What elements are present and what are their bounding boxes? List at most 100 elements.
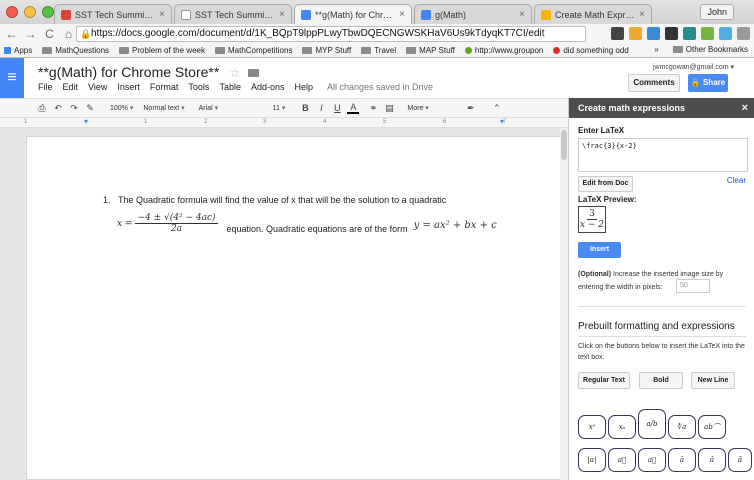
image-width-input[interactable]: 50 <box>676 279 710 293</box>
zoom-select[interactable]: 100% <box>110 104 133 112</box>
browser-tab[interactable]: SST Tech Summit 2015 Fr× <box>54 4 172 24</box>
undo-icon[interactable]: ↶ <box>52 103 64 114</box>
new-line-button[interactable]: New Line <box>691 372 735 389</box>
close-tab-icon[interactable]: × <box>519 9 525 20</box>
edit-from-doc-button[interactable]: Edit from Doc <box>578 176 633 192</box>
menu-help[interactable]: Help <box>294 82 313 92</box>
text-color-icon[interactable]: A <box>347 102 360 114</box>
paint-format-icon[interactable]: ✎ <box>84 103 96 114</box>
reload-icon[interactable]: C <box>42 27 57 41</box>
bookmark-folder[interactable]: Problem of the week <box>119 46 205 55</box>
evernote-icon[interactable] <box>665 27 678 40</box>
underline-icon[interactable]: U <box>331 103 343 113</box>
bold-button[interactable]: Bold <box>639 372 683 389</box>
more-menu[interactable]: More <box>407 104 428 112</box>
bookmark-link[interactable]: did something odd <box>553 46 629 55</box>
menu-insert[interactable]: Insert <box>117 82 140 92</box>
folder-icon[interactable] <box>247 69 259 77</box>
close-tab-icon[interactable]: × <box>639 9 645 20</box>
extension-icon[interactable] <box>701 27 714 40</box>
minimize-window-button[interactable] <box>24 6 36 18</box>
clear-link[interactable]: Clear <box>727 176 746 185</box>
pen-icon[interactable]: ✒ <box>465 103 477 114</box>
tilde-button[interactable]: ã <box>728 448 752 472</box>
menu-file[interactable]: File <box>38 82 53 92</box>
insert-button[interactable]: Insert <box>578 242 621 258</box>
menu-view[interactable]: View <box>88 82 107 92</box>
nth-root-button[interactable]: ∜a <box>668 415 696 439</box>
extension-icon[interactable] <box>683 27 696 40</box>
document-page[interactable]: 1. The Quadratic formula will find the v… <box>26 136 562 480</box>
list-item[interactable]: 1. The Quadratic formula will find the v… <box>103 195 446 205</box>
bookmark-folder[interactable]: MathQuestions <box>42 46 109 55</box>
browser-tab-active[interactable]: **g(Math) for Chrome Stor× <box>294 4 412 24</box>
profile-button[interactable]: John <box>700 4 734 20</box>
link-icon[interactable]: ⚭ <box>367 103 379 114</box>
collapse-icon[interactable]: ⌃ <box>491 103 503 114</box>
regular-text-button[interactable]: Regular Text <box>578 372 630 389</box>
equation-form-image[interactable]: y = ax² + bx + c <box>414 220 497 231</box>
right-indent-marker[interactable]: ▾ <box>500 117 504 126</box>
superscript-button[interactable]: xᵃ <box>578 415 606 439</box>
absolute-value-button[interactable]: |a| <box>578 448 606 472</box>
arc-button[interactable]: ab⌒ <box>698 415 726 439</box>
menu-tools[interactable]: Tools <box>188 82 209 92</box>
docs-menu-icon[interactable]: ≡ <box>0 58 24 98</box>
home-icon[interactable]: ⌂ <box>61 27 76 41</box>
bookmark-folder[interactable]: MathCompetitions <box>214 46 292 55</box>
print-icon[interactable]: ⎙ <box>36 103 48 114</box>
italic-icon[interactable]: I <box>315 103 327 113</box>
account-email[interactable]: jwmcgowan@gmail.com ▾ <box>653 63 734 71</box>
bookmark-link[interactable]: http://www.groupon <box>464 46 543 55</box>
font-size-select[interactable]: 11 <box>273 104 286 112</box>
redo-icon[interactable]: ↷ <box>68 103 80 114</box>
bold-icon[interactable]: B <box>299 103 311 113</box>
style-select[interactable]: Normal text <box>143 104 184 112</box>
back-icon[interactable]: ← <box>4 27 19 41</box>
gmath-extension-icon[interactable] <box>647 27 660 40</box>
other-bookmarks[interactable]: Other Bookmarks <box>686 45 748 54</box>
quadratic-formula-line[interactable]: x = −4 ± √(4² − 4ac) 2a equation. Quadra… <box>117 213 497 234</box>
menu-format[interactable]: Format <box>150 82 179 92</box>
bookmark-apps[interactable]: Apps <box>4 46 32 55</box>
browser-tab[interactable]: g(Math) × <box>414 4 532 24</box>
cast-icon[interactable] <box>611 27 624 40</box>
line-button[interactable]: a⃡ <box>638 448 666 472</box>
close-tab-icon[interactable]: × <box>399 9 405 20</box>
close-tab-icon[interactable]: × <box>279 9 285 20</box>
quadratic-formula-image[interactable]: −4 ± √(4² − 4ac) 2a <box>135 213 218 234</box>
document-title[interactable]: **g(Math) for Chrome Store** ☆ <box>38 64 259 80</box>
close-tab-icon[interactable]: × <box>159 9 165 20</box>
hat-button[interactable]: â <box>698 448 726 472</box>
save-status[interactable]: All changes saved in Drive <box>327 82 433 92</box>
comments-button[interactable]: Comments <box>628 74 680 92</box>
bookmarks-overflow-button[interactable]: » <box>654 45 658 54</box>
document-scrollbar[interactable] <box>560 128 568 480</box>
bookmark-folder[interactable]: MAP Stuff <box>406 46 455 55</box>
indent-marker[interactable]: ▾ <box>84 117 88 126</box>
maximize-window-button[interactable] <box>42 6 54 18</box>
forward-icon[interactable]: → <box>23 27 38 41</box>
browser-tab[interactable]: SST Tech Summit - School× <box>174 4 292 24</box>
share-button[interactable]: 🔒 Share <box>688 74 728 92</box>
scroll-thumb[interactable] <box>561 130 567 160</box>
comment-icon[interactable]: ▤ <box>383 103 395 114</box>
font-select[interactable]: Arial <box>199 104 259 112</box>
fraction-button[interactable]: a/b <box>638 409 666 439</box>
bookmark-folder[interactable]: MYP Stuff <box>302 46 351 55</box>
close-icon[interactable]: × <box>742 98 748 118</box>
star-icon[interactable]: ☆ <box>229 66 240 80</box>
bar-button[interactable]: ā <box>668 448 696 472</box>
bookmark-star-icon[interactable] <box>629 27 642 40</box>
close-window-button[interactable] <box>6 6 18 18</box>
latex-input[interactable]: \frac{3}{x-2} <box>578 138 748 172</box>
subscript-button[interactable]: xₐ <box>608 415 636 439</box>
extension-icon[interactable] <box>719 27 732 40</box>
browser-tab[interactable]: Create Math Expressions× <box>534 4 652 24</box>
menu-edit[interactable]: Edit <box>63 82 79 92</box>
bookmark-folder[interactable]: Travel <box>361 46 396 55</box>
vector-button[interactable]: a⃗ <box>608 448 636 472</box>
url-input[interactable]: 🔒 https://docs.google.com/document/d/1K_… <box>76 26 586 42</box>
menu-addons[interactable]: Add-ons <box>251 82 285 92</box>
menu-table[interactable]: Table <box>219 82 241 92</box>
